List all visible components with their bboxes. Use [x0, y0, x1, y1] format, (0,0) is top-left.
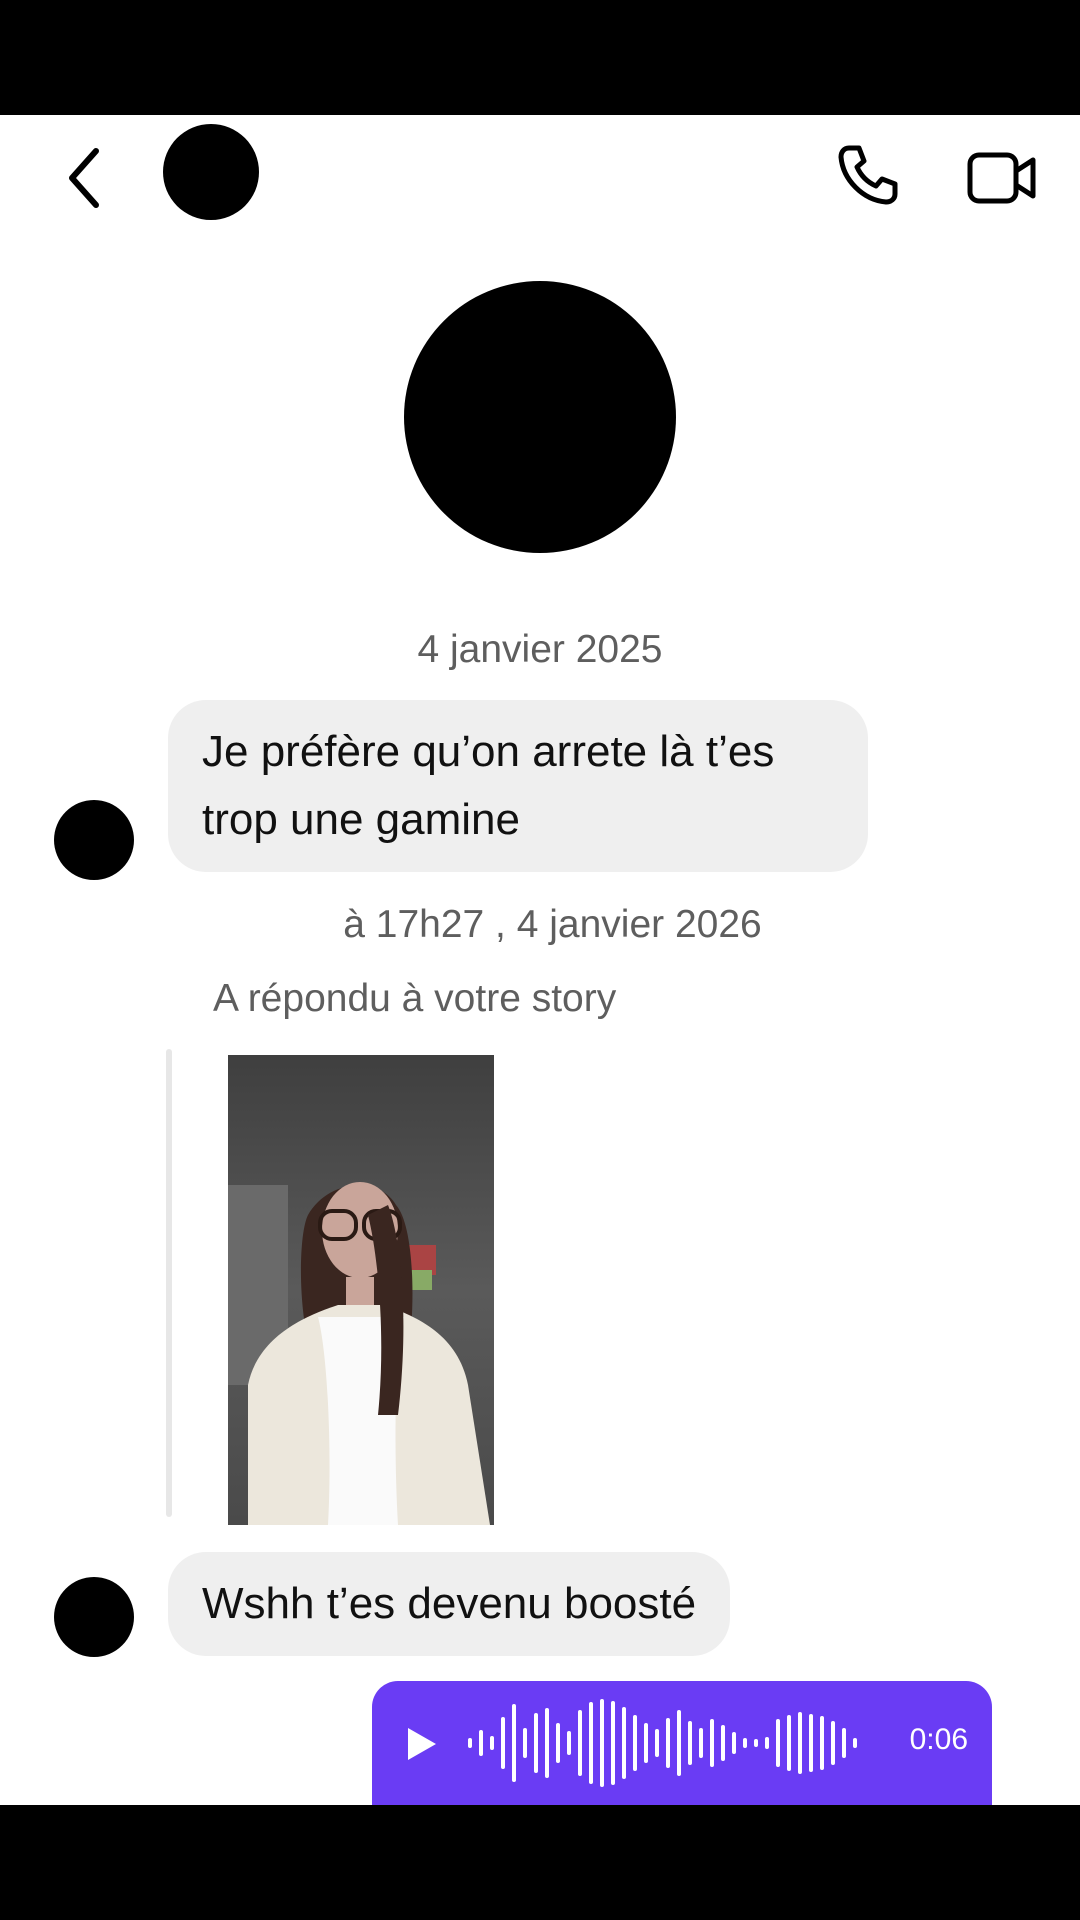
waveform-bar	[523, 1728, 527, 1758]
story-reply-label: A répondu à votre story	[213, 977, 617, 1020]
date-separator: 4 janvier 2025	[417, 628, 663, 671]
chat-screen: 4 janvier 2025 Je préfère qu’on arrete l…	[0, 115, 1080, 1805]
waveform-bar	[853, 1738, 857, 1748]
waveform-bar	[622, 1707, 626, 1779]
waveform-bar	[501, 1717, 505, 1769]
waveform-bar	[688, 1721, 692, 1765]
waveform-bar	[490, 1736, 494, 1750]
voice-duration: 0:06	[909, 1723, 968, 1756]
waveform-bar	[479, 1730, 483, 1756]
waveform-bar	[666, 1718, 670, 1768]
waveform-bar	[611, 1701, 615, 1785]
waveform-bar	[721, 1725, 725, 1761]
waveform-bar	[809, 1714, 813, 1772]
incoming-message[interactable]: Je préfère qu’on arrete là t’es trop une…	[168, 700, 868, 872]
waveform-bar	[633, 1715, 637, 1771]
video-camera-icon	[967, 152, 1036, 204]
story-reply-bar	[166, 1049, 172, 1517]
waveform-bar	[468, 1738, 472, 1748]
waveform-bar	[534, 1713, 538, 1773]
story-thumbnail[interactable]	[228, 1055, 494, 1525]
waveform-bar	[820, 1716, 824, 1770]
message-line: Je préfère qu’on arrete là t’es	[202, 727, 775, 776]
message-text: Wshh t’es devenu boosté	[202, 1579, 697, 1628]
contact-avatar[interactable]	[163, 124, 259, 220]
waveform-bar	[754, 1739, 758, 1747]
waveform	[468, 1699, 857, 1787]
message-timestamp: à 17h27 , 4 janvier 2026	[343, 903, 762, 946]
waveform-bar	[644, 1723, 648, 1763]
waveform-bar	[743, 1738, 747, 1748]
waveform-bar	[556, 1723, 560, 1763]
waveform-bar	[600, 1699, 604, 1787]
waveform-bar	[776, 1719, 780, 1767]
waveform-bar	[787, 1715, 791, 1771]
waveform-bar	[732, 1732, 736, 1754]
waveform-bar	[578, 1710, 582, 1776]
sender-avatar[interactable]	[54, 1577, 134, 1657]
sender-avatar[interactable]	[54, 800, 134, 880]
back-button[interactable]	[62, 143, 112, 213]
incoming-message[interactable]: Wshh t’es devenu boosté	[168, 1552, 731, 1656]
waveform-bar	[589, 1702, 593, 1784]
chevron-left-icon	[69, 148, 99, 208]
waveform-bar	[545, 1708, 549, 1778]
waveform-bar	[831, 1721, 835, 1765]
waveform-bar	[567, 1731, 571, 1755]
story-photo	[228, 1055, 494, 1525]
voice-call-button[interactable]	[835, 142, 901, 208]
play-icon	[408, 1728, 436, 1760]
waveform-bar	[512, 1704, 516, 1782]
waveform-bar	[798, 1712, 802, 1774]
waveform-bar	[677, 1710, 681, 1776]
waveform-bar	[655, 1729, 659, 1757]
waveform-bar	[710, 1719, 714, 1767]
waveform-bar	[765, 1737, 769, 1749]
voice-message[interactable]: 0:06	[372, 1681, 992, 1805]
video-call-button[interactable]	[967, 150, 1039, 206]
waveform-bar	[842, 1728, 846, 1758]
waveform-bar	[699, 1728, 703, 1758]
phone-icon	[838, 145, 898, 205]
profile-avatar[interactable]	[404, 281, 676, 553]
message-line: trop une gamine	[202, 795, 520, 844]
